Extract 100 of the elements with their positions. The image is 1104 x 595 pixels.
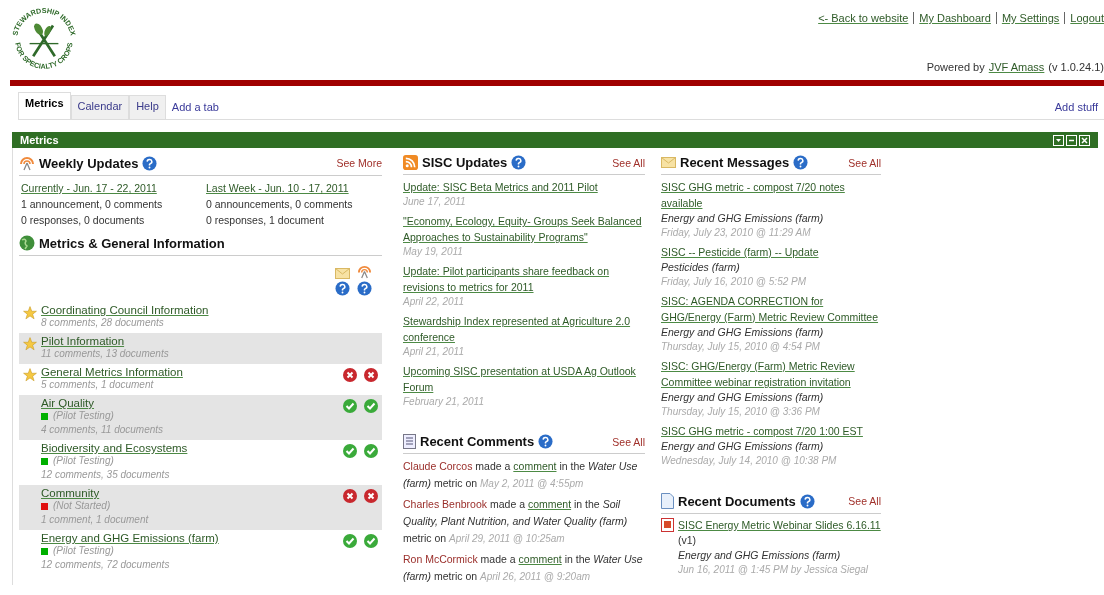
see-all-link[interactable]: See All bbox=[848, 156, 881, 169]
top-link[interactable]: My Dashboard bbox=[913, 12, 991, 24]
message-date: Thursday, July 15, 2010 @ 3:36 PM bbox=[661, 405, 821, 419]
help-icon[interactable] bbox=[793, 155, 809, 170]
message-link[interactable]: SISC -- Pesticide (farm) -- Update bbox=[661, 244, 881, 260]
section-title: SISC Updates bbox=[422, 155, 508, 170]
broadcast-icon[interactable] bbox=[357, 264, 372, 279]
top-link[interactable]: Logout bbox=[1064, 12, 1104, 24]
message-date: Wednesday, July 14, 2010 @ 10:38 PM bbox=[661, 454, 838, 468]
metric-counts: 11 comments, 13 documents bbox=[41, 347, 170, 361]
document-link[interactable]: SISC Energy Metric Webinar Slides 6.16.11 bbox=[678, 518, 881, 533]
top-link[interactable]: My Settings bbox=[995, 12, 1060, 24]
update-date: April 22, 2011 bbox=[403, 295, 465, 309]
powered-by-label: Powered by bbox=[926, 61, 985, 73]
week-summary: 0 responses, 0 documents bbox=[21, 213, 146, 228]
minimize-icon[interactable] bbox=[1066, 134, 1077, 146]
comment-link[interactable]: comment bbox=[518, 553, 562, 565]
status-label: (Pilot Testing) bbox=[53, 544, 114, 558]
document-icon bbox=[403, 434, 416, 449]
message-metric: Energy and GHG Emissions (farm) bbox=[661, 325, 825, 340]
message-metric: Energy and GHG Emissions (farm) bbox=[661, 390, 825, 405]
section-title: Weekly Updates bbox=[39, 155, 139, 171]
see-all-link[interactable]: See All bbox=[848, 495, 881, 507]
metric-link[interactable]: General Metrics Information bbox=[41, 366, 183, 378]
update-link[interactable]: Update: Pilot participants share feedback on revisions to metrics for 2011 bbox=[403, 263, 645, 295]
week-link[interactable]: Currently - Jun. 17 - 22, 2011 bbox=[21, 182, 157, 194]
metric-counts: 12 comments, 72 documents bbox=[41, 558, 171, 572]
week-summary: 0 announcements, 0 comments bbox=[206, 197, 354, 212]
update-link[interactable]: Upcoming SISC presentation at USDA Ag Outlook Forum bbox=[403, 363, 645, 395]
document-metric: Energy and GHG Emissions (farm) bbox=[678, 548, 842, 563]
message-link[interactable]: SISC: GHG/Energy (Farm) Metric Review Committee webinar registration invitation bbox=[661, 358, 881, 390]
metric-link[interactable]: Pilot Information bbox=[41, 335, 125, 347]
week-summary: 1 announcement, 0 comments bbox=[21, 197, 164, 212]
message-date: Friday, July 23, 2010 @ 11:29 AM bbox=[661, 226, 812, 240]
week-link[interactable]: Last Week - Jun. 10 - 17, 2011 bbox=[206, 182, 349, 194]
status-label: (Not Started) bbox=[53, 499, 111, 513]
page-icon bbox=[661, 493, 674, 509]
document-version: (v1) bbox=[678, 533, 698, 548]
broadcast-icon bbox=[19, 155, 35, 171]
week-summary: 0 responses, 1 document bbox=[206, 213, 325, 228]
message-link[interactable]: SISC: AGENDA CORRECTION for GHG/Energy (Farm) Metric Review Committee bbox=[661, 293, 881, 325]
section-title: Recent Messages bbox=[680, 155, 790, 170]
update-link[interactable]: Stewardship Index represented at Agriculture 2.0 conference bbox=[403, 313, 645, 345]
metric-link[interactable]: Community bbox=[41, 487, 100, 499]
help-icon[interactable] bbox=[142, 155, 158, 171]
presentation-file-icon bbox=[661, 518, 674, 532]
message-metric: Energy and GHG Emissions (farm) bbox=[661, 439, 825, 454]
comment-link[interactable]: comment bbox=[513, 460, 557, 472]
tab[interactable]: Help bbox=[129, 95, 166, 119]
metric-counts: 1 comment, 1 document bbox=[41, 513, 150, 527]
metric-counts: 12 comments, 35 documents bbox=[41, 468, 171, 482]
tab[interactable]: Calendar bbox=[70, 95, 130, 119]
dropdown-icon[interactable] bbox=[1053, 134, 1064, 146]
see-more-link[interactable]: See More bbox=[336, 157, 382, 169]
message-link[interactable]: SISC GHG metric - compost 7/20 notes available bbox=[661, 179, 881, 211]
message-metric: Energy and GHG Emissions (farm) bbox=[661, 211, 825, 226]
panel-title: Metrics bbox=[20, 134, 59, 146]
message-link[interactable]: SISC GHG metric - compost 7/20 1:00 EST bbox=[661, 423, 881, 439]
update-date: February 21, 2011 bbox=[403, 395, 485, 409]
metric-counts: 5 comments, 1 document bbox=[41, 378, 155, 392]
comment-link[interactable]: comment bbox=[527, 498, 572, 510]
add-stuff-link[interactable]: Add stuff bbox=[1048, 97, 1104, 117]
metric-counts: 4 comments, 11 documents bbox=[41, 423, 165, 437]
update-date: May 19, 2011 bbox=[403, 245, 464, 259]
help-icon[interactable] bbox=[538, 434, 554, 449]
star-icon[interactable] bbox=[23, 337, 37, 351]
help-icon[interactable] bbox=[335, 281, 350, 296]
help-icon[interactable] bbox=[799, 493, 815, 509]
help-icon[interactable] bbox=[511, 155, 527, 170]
section-title: Metrics & General Information bbox=[39, 235, 225, 251]
top-link[interactable]: <- Back to website bbox=[818, 12, 909, 24]
section-title: Recent Comments bbox=[420, 434, 535, 449]
update-date: April 21, 2011 bbox=[403, 345, 465, 359]
section-title: Recent Documents bbox=[678, 493, 796, 509]
status-label: (Pilot Testing) bbox=[53, 454, 114, 468]
comment-entry: Ron McCormick made a comment in the Water Use (farm) metric on April 26, 2011 @ 9:20am bbox=[403, 552, 644, 584]
rss-icon bbox=[403, 155, 418, 170]
add-tab-link[interactable]: Add a tab bbox=[165, 97, 225, 117]
comment-entry: Claude Corcos made a comment in the Water Use (farm) metric on May 2, 2011 @ 4:55pm bbox=[403, 459, 639, 491]
metric-link[interactable]: Biodiversity and Ecosystems bbox=[41, 442, 188, 454]
envelope-icon bbox=[661, 157, 676, 168]
star-icon[interactable] bbox=[23, 306, 37, 320]
update-link[interactable]: "Economy, Ecology, Equity- Groups Seek Balanced Approaches to Sustainability Programs" bbox=[403, 213, 645, 245]
comment-entry: Charles Benbrook made a comment in the Soil Quality, Plant Nutrition, and Water Quality (farm) metric on April 29, 2011 @ 10:25am bbox=[403, 497, 629, 546]
help-icon[interactable] bbox=[357, 281, 372, 296]
tab[interactable]: Metrics bbox=[18, 92, 71, 119]
metric-link[interactable]: Energy and GHG Emissions (farm) bbox=[41, 532, 219, 544]
metric-link[interactable]: Air Quality bbox=[41, 397, 95, 409]
status-label: (Pilot Testing) bbox=[53, 409, 114, 423]
close-icon[interactable] bbox=[1079, 134, 1090, 146]
metric-counts: 8 comments, 28 documents bbox=[41, 316, 165, 330]
document-meta: Jun 16, 2011 @ 1:45 PM by Jessica Siegal bbox=[678, 563, 870, 577]
see-all-link[interactable]: See All bbox=[612, 156, 645, 169]
metric-link[interactable]: Coordinating Council Information bbox=[41, 304, 209, 316]
star-icon[interactable] bbox=[23, 368, 37, 382]
see-all-link[interactable]: See All bbox=[612, 435, 645, 448]
message-date: Friday, July 16, 2010 @ 5:52 PM bbox=[661, 275, 808, 289]
amass-link[interactable]: JVF Amass bbox=[988, 61, 1045, 73]
update-link[interactable]: Update: SISC Beta Metrics and 2011 Pilot bbox=[403, 179, 645, 195]
update-date: June 17, 2011 bbox=[403, 195, 467, 209]
